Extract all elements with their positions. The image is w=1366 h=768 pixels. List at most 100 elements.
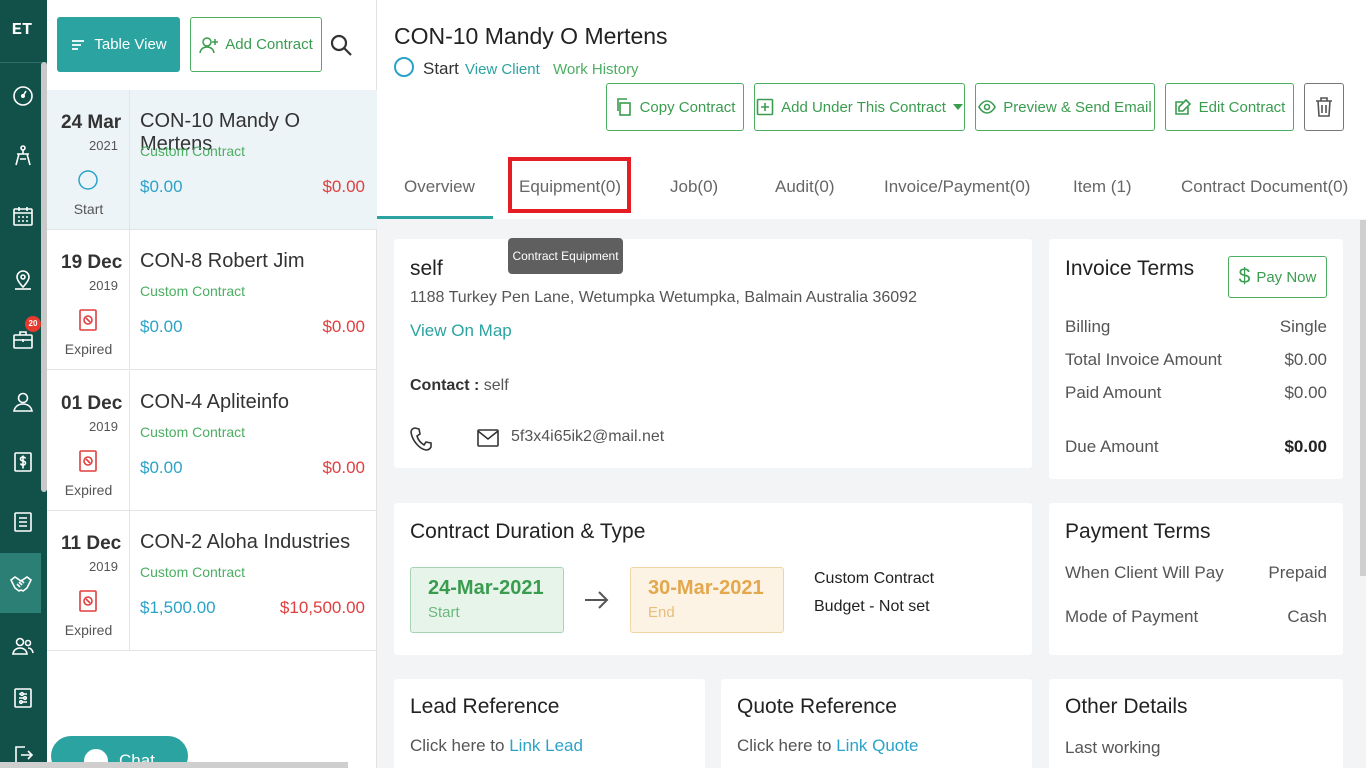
start-date-label: Start [428, 604, 460, 621]
mode-of-payment-value: Cash [1287, 607, 1327, 626]
trash-icon [1316, 97, 1332, 117]
users-icon[interactable] [8, 631, 38, 661]
sliders-icon[interactable] [8, 683, 38, 713]
main-scrollbar[interactable] [1360, 220, 1366, 576]
copy-contract-label: Copy Contract [639, 98, 736, 116]
status-label: Start [423, 59, 459, 78]
lead-reference-row: Click here to Link Lead [410, 736, 583, 756]
funnel-icon[interactable] [8, 141, 38, 171]
item-type: Custom Contract [140, 564, 246, 580]
page-title: CON-10 Mandy O Mertens [394, 23, 668, 49]
contract-list-item[interactable]: 24 Mar 2021 Start CON-10 Mandy O Mertens… [47, 90, 377, 230]
horizontal-scrollbar[interactable] [0, 762, 348, 768]
dollar-icon[interactable] [8, 447, 38, 477]
invoice-terms-card: Invoice Terms $ Pay Now Billing Single T… [1049, 239, 1343, 479]
preview-send-label: Preview & Send Email [1003, 98, 1152, 116]
contract-header: CON-10 Mandy O Mertens Start View Client… [377, 0, 1366, 219]
app-logo[interactable]: ET [8, 16, 36, 46]
tab-job[interactable]: Job(0) [670, 177, 718, 197]
item-type: Custom Contract [140, 283, 246, 299]
add-under-contract-button[interactable]: Add Under This Contract [754, 83, 965, 131]
add-contract-button[interactable]: Add Contract [190, 17, 322, 72]
search-icon[interactable] [329, 33, 353, 57]
item-amount-due: $0.00 [322, 458, 365, 477]
contact-label: Contact : [410, 377, 480, 394]
expired-doc-icon [79, 309, 97, 331]
contract-list-item[interactable]: 11 Dec 2019 Expired CON-2 Aloha Industri… [47, 511, 377, 651]
pay-now-label: Pay Now [1256, 268, 1317, 286]
list-icon[interactable] [8, 507, 38, 537]
edit-contract-button[interactable]: Edit Contract [1165, 83, 1294, 131]
contact-value: self [483, 377, 509, 394]
item-amount-paid: $0.00 [140, 177, 183, 196]
contact-row: Contact : self [410, 377, 509, 395]
pay-now-button[interactable]: $ Pay Now [1228, 256, 1327, 298]
lead-reference-card: Lead Reference Click here to Link Lead [394, 679, 705, 768]
date-column: 01 Dec 2019 Expired [47, 371, 130, 510]
tab-contract-document[interactable]: Contract Document(0) [1181, 177, 1348, 197]
item-status: Expired [64, 341, 113, 357]
item-amount-paid: $0.00 [140, 458, 183, 477]
delete-contract-button[interactable] [1304, 83, 1344, 131]
view-on-map-link[interactable]: View On Map [410, 321, 512, 341]
start-date-box: 24-Mar-2021 Start [410, 567, 564, 633]
status-circle-icon [394, 57, 414, 77]
map-pin-icon[interactable] [8, 265, 38, 295]
link-lead[interactable]: Link Lead [509, 736, 583, 755]
view-client-link[interactable]: View Client [465, 61, 540, 78]
contract-list-item[interactable]: 19 Dec 2019 Expired CON-8 Robert Jim Cus… [47, 230, 377, 370]
calendar-icon[interactable] [8, 201, 38, 231]
paid-amount-label: Paid Amount [1065, 383, 1162, 402]
tab-item[interactable]: Item (1) [1073, 177, 1132, 197]
expired-doc-icon [79, 450, 97, 472]
item-amount-due: $0.00 [322, 177, 365, 196]
item-amount-due: $10,500.00 [279, 598, 365, 617]
item-type: Custom Contract [140, 143, 246, 159]
user-icon[interactable] [8, 387, 38, 417]
date-column: 24 Mar 2021 Start [47, 90, 130, 229]
end-date-box: 30-Mar-2021 End [630, 567, 784, 633]
other-details-card: Other Details Last working [1049, 679, 1343, 768]
table-view-button[interactable]: Table View [57, 17, 180, 72]
due-amount-label: Due Amount [1065, 437, 1159, 456]
tab-invoice-payment[interactable]: Invoice/Payment(0) [884, 177, 1030, 197]
arrow-right-icon [585, 591, 609, 609]
item-amount-paid: $0.00 [140, 317, 183, 336]
tab-overview[interactable]: Overview [404, 177, 475, 197]
last-working-label: Last working [1065, 738, 1161, 757]
copy-contract-button[interactable]: Copy Contract [606, 83, 744, 131]
table-view-label: Table View [94, 36, 167, 53]
equipment-tab-highlight [508, 157, 631, 213]
list-scrollbar[interactable] [41, 62, 47, 492]
mail-icon [477, 429, 499, 447]
lead-prefix: Click here to [410, 736, 505, 755]
edit-icon [1174, 98, 1191, 115]
payment-terms-title: Payment Terms [1065, 520, 1211, 543]
start-date: 24-Mar-2021 [428, 577, 544, 599]
add-contract-label: Add Contract [225, 36, 313, 53]
tab-audit[interactable]: Audit(0) [775, 177, 835, 197]
item-status: Start [73, 201, 104, 217]
contract-budget: Budget - Not set [814, 598, 930, 615]
contract-equipment-tooltip: Contract Equipment [508, 238, 623, 274]
quote-reference-card: Quote Reference Click here to Link Quote [721, 679, 1032, 768]
item-status: Expired [64, 482, 113, 498]
item-title: CON-2 Aloha Industries [140, 531, 351, 553]
end-date: 30-Mar-2021 [648, 577, 764, 599]
edit-contract-label: Edit Contract [1198, 98, 1286, 116]
preview-send-email-button[interactable]: Preview & Send Email [975, 83, 1155, 131]
client-card: self 1188 Turkey Pen Lane, Wetumpka Wetu… [394, 239, 1032, 468]
link-quote[interactable]: Link Quote [836, 736, 918, 755]
item-year: 2021 [89, 138, 118, 153]
due-amount-value: $0.00 [1284, 437, 1327, 456]
item-day: 01 Dec [61, 393, 123, 414]
phone-icon[interactable] [410, 426, 432, 452]
date-column: 19 Dec 2019 Expired [47, 230, 130, 369]
item-day: 24 Mar [61, 112, 122, 133]
when-client-pay-value: Prepaid [1268, 563, 1327, 582]
work-history-link[interactable]: Work History [553, 61, 639, 78]
contract-list-item[interactable]: 01 Dec 2019 Expired CON-4 Apliteinfo Cus… [47, 371, 377, 511]
client-email[interactable]: 5f3x4i65ik2@mail.net [511, 428, 664, 446]
dashboard-icon[interactable] [8, 81, 38, 111]
handshake-icon[interactable] [0, 553, 41, 613]
